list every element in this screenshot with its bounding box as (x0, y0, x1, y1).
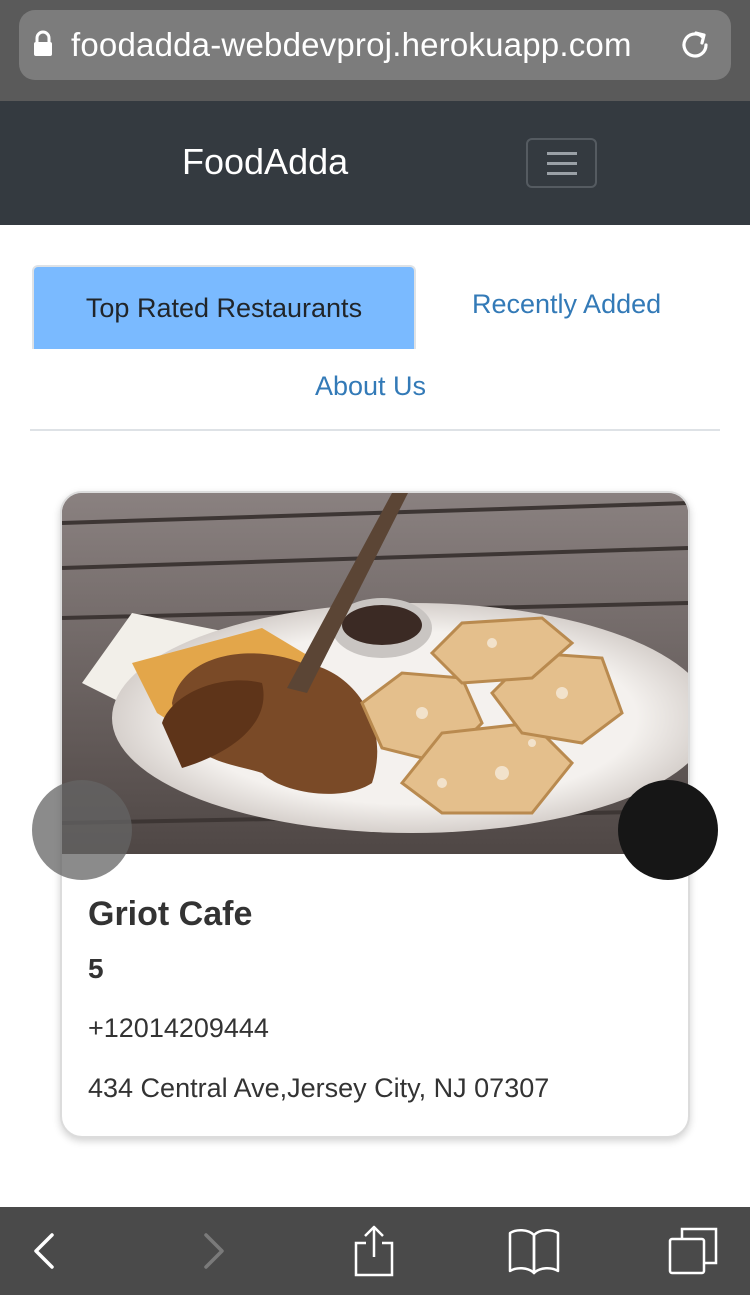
tab-recently-added[interactable]: Recently Added (472, 289, 661, 320)
share-icon[interactable] (346, 1225, 402, 1277)
restaurant-name[interactable]: Griot Cafe (88, 895, 252, 934)
navbar-toggler-button[interactable] (526, 138, 597, 188)
restaurant-phone: +12014209444 (88, 1013, 269, 1043)
bookmarks-icon[interactable] (506, 1225, 562, 1277)
reload-icon[interactable] (677, 27, 713, 63)
restaurant-rating: 5 (88, 953, 104, 984)
tab-top-rated-restaurants[interactable]: Top Rated Restaurants (32, 265, 416, 349)
forward-icon[interactable] (186, 1225, 242, 1277)
tabs-icon[interactable] (666, 1225, 722, 1277)
restaurant-tabs: Top Rated Restaurants Recently Added Abo… (30, 265, 720, 431)
navbar-brand[interactable]: FoodAdda (182, 141, 348, 183)
url-text[interactable]: foodadda-webdevproj.herokuapp.com (71, 26, 632, 64)
tab-about-us[interactable]: About Us (315, 371, 426, 402)
restaurant-address: 434 Central Ave,Jersey City, NJ 07307 (88, 1073, 550, 1103)
hamburger-icon (547, 152, 577, 155)
navbar: FoodAdda (0, 101, 750, 225)
back-icon[interactable] (20, 1225, 76, 1277)
restaurant-card: Griot Cafe 5 +12014209444 434 Central Av… (60, 491, 690, 1138)
browser-toolbar (0, 1207, 750, 1295)
hamburger-icon-line (547, 162, 577, 165)
hamburger-icon-line (547, 172, 577, 175)
address-bar[interactable]: foodadda-webdevproj.herokuapp.com (19, 10, 731, 80)
restaurant-image (62, 493, 688, 854)
lock-icon (33, 30, 53, 58)
carousel-next-button[interactable] (618, 780, 718, 880)
carousel-prev-button[interactable] (32, 780, 132, 880)
browser-address-area: foodadda-webdevproj.herokuapp.com (0, 0, 750, 101)
